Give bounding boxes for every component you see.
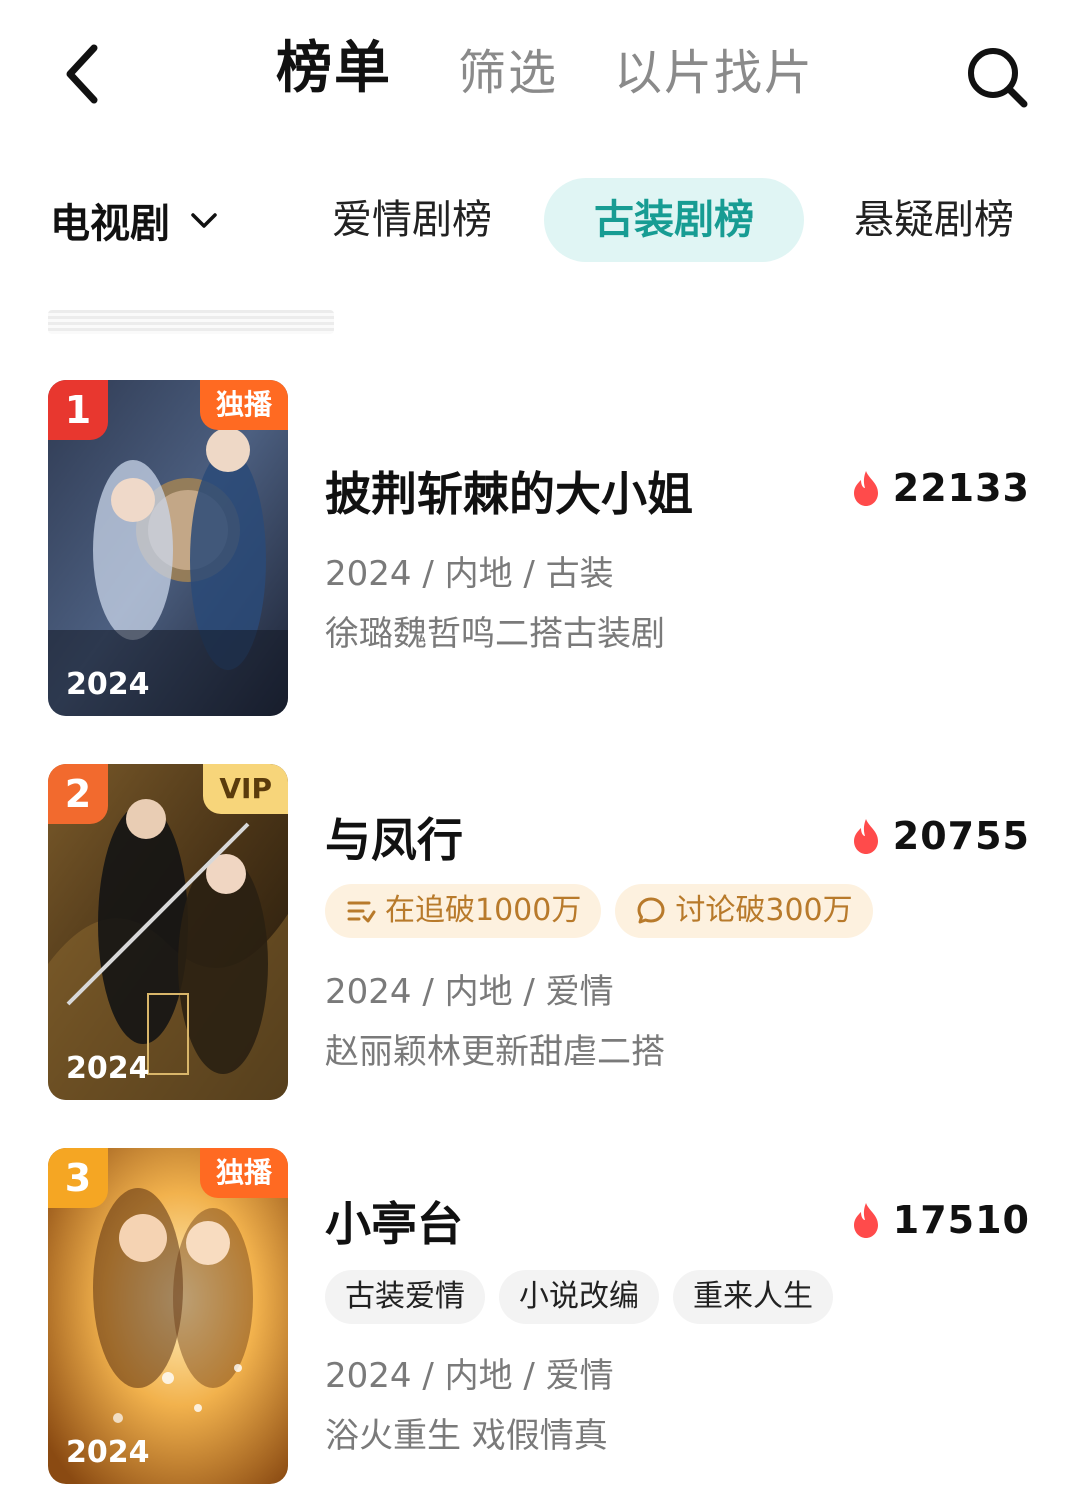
item-description: 徐璐魏哲鸣二搭古装剧 [325, 614, 665, 654]
tab-filter[interactable]: 筛选 [458, 40, 558, 106]
heat-value: 20755 [892, 814, 1030, 858]
poster-year: 2024 [66, 1435, 150, 1470]
exclusive-badge: 独播 [199, 380, 288, 430]
tag-list: 在追破1000万 讨论破300万 [325, 884, 887, 938]
list-item[interactable]: 2 VIP 2024 与凤行 20755 在追破1000万 讨论破300万 20… [0, 764, 1080, 1104]
search-button[interactable] [962, 42, 1032, 112]
list-item[interactable]: 1 独播 2024 披荆斩棘的大小姐 22133 2024 / 内地 / 古装 … [0, 380, 1080, 720]
chevron-down-icon [191, 213, 217, 228]
loading-placeholder [48, 310, 334, 334]
list-icon [347, 901, 376, 923]
tag-discussion[interactable]: 讨论破300万 [615, 884, 873, 938]
list-item[interactable]: 3 独播 2024 小亭台 17510 古装爱情 小说改编 重来人生 2024 … [0, 1148, 1080, 1488]
item-description: 浴火重生 戏假情真 [325, 1416, 608, 1456]
item-meta: 2024 / 内地 / 爱情 [325, 1356, 614, 1396]
tag-label: 在追破1000万 [385, 893, 582, 928]
rank-badge: 1 [48, 380, 108, 440]
tab-ranking[interactable]: 榜单 [276, 36, 392, 102]
heat-score: 17510 [851, 1198, 1030, 1242]
heat-score: 22133 [851, 466, 1030, 510]
item-title[interactable]: 披荆斩棘的大小姐 [325, 458, 693, 524]
flame-icon [853, 819, 878, 854]
comment-icon [637, 897, 665, 924]
category-dropdown[interactable]: 电视剧 [50, 190, 220, 250]
item-meta: 2024 / 内地 / 爱情 [325, 972, 614, 1012]
poster-image[interactable]: 3 独播 2024 [48, 1148, 288, 1484]
poster-year: 2024 [66, 667, 150, 702]
flame-icon [853, 1203, 878, 1238]
tag-list: 古装爱情 小说改编 重来人生 [325, 1270, 847, 1324]
rank-badge: 3 [48, 1148, 108, 1208]
flame-icon [853, 471, 878, 506]
category-label: 电视剧 [50, 201, 170, 247]
tag-genre[interactable]: 古装爱情 [325, 1270, 485, 1324]
item-meta: 2024 / 内地 / 古装 [325, 554, 614, 594]
item-title[interactable]: 与凤行 [325, 804, 463, 870]
tab-find-by-film[interactable]: 以片找片 [614, 40, 814, 106]
back-button[interactable] [52, 38, 116, 110]
poster-image[interactable]: 2 VIP 2024 [48, 764, 288, 1100]
tag-adaptation[interactable]: 小说改编 [499, 1270, 659, 1324]
tag-rebirth[interactable]: 重来人生 [673, 1270, 833, 1324]
tab-costume-chart[interactable]: 古装剧榜 [544, 178, 804, 262]
exclusive-badge: 独播 [199, 1148, 288, 1198]
item-description: 赵丽颖林更新甜虐二搭 [325, 1032, 665, 1072]
tag-label: 讨论破300万 [675, 893, 853, 928]
chevron-left-icon [66, 44, 98, 104]
top-bar: 榜单 筛选 以片找片 [0, 0, 1080, 150]
rank-badge: 2 [48, 764, 108, 824]
search-icon [968, 48, 1028, 108]
poster-image[interactable]: 1 独播 2024 [48, 380, 288, 716]
item-title[interactable]: 小亭台 [325, 1188, 463, 1254]
tab-mystery-chart[interactable]: 悬疑剧榜 [834, 178, 1034, 262]
tag-following[interactable]: 在追破1000万 [325, 884, 602, 938]
heat-value: 17510 [892, 1198, 1030, 1242]
heat-score: 20755 [851, 814, 1030, 858]
vip-badge: VIP [203, 764, 288, 814]
poster-year: 2024 [66, 1051, 150, 1086]
filter-bar: 电视剧 爱情剧榜 古装剧榜 悬疑剧榜 [0, 172, 1080, 268]
heat-value: 22133 [892, 466, 1030, 510]
tab-romance-chart[interactable]: 爱情剧榜 [312, 178, 512, 262]
